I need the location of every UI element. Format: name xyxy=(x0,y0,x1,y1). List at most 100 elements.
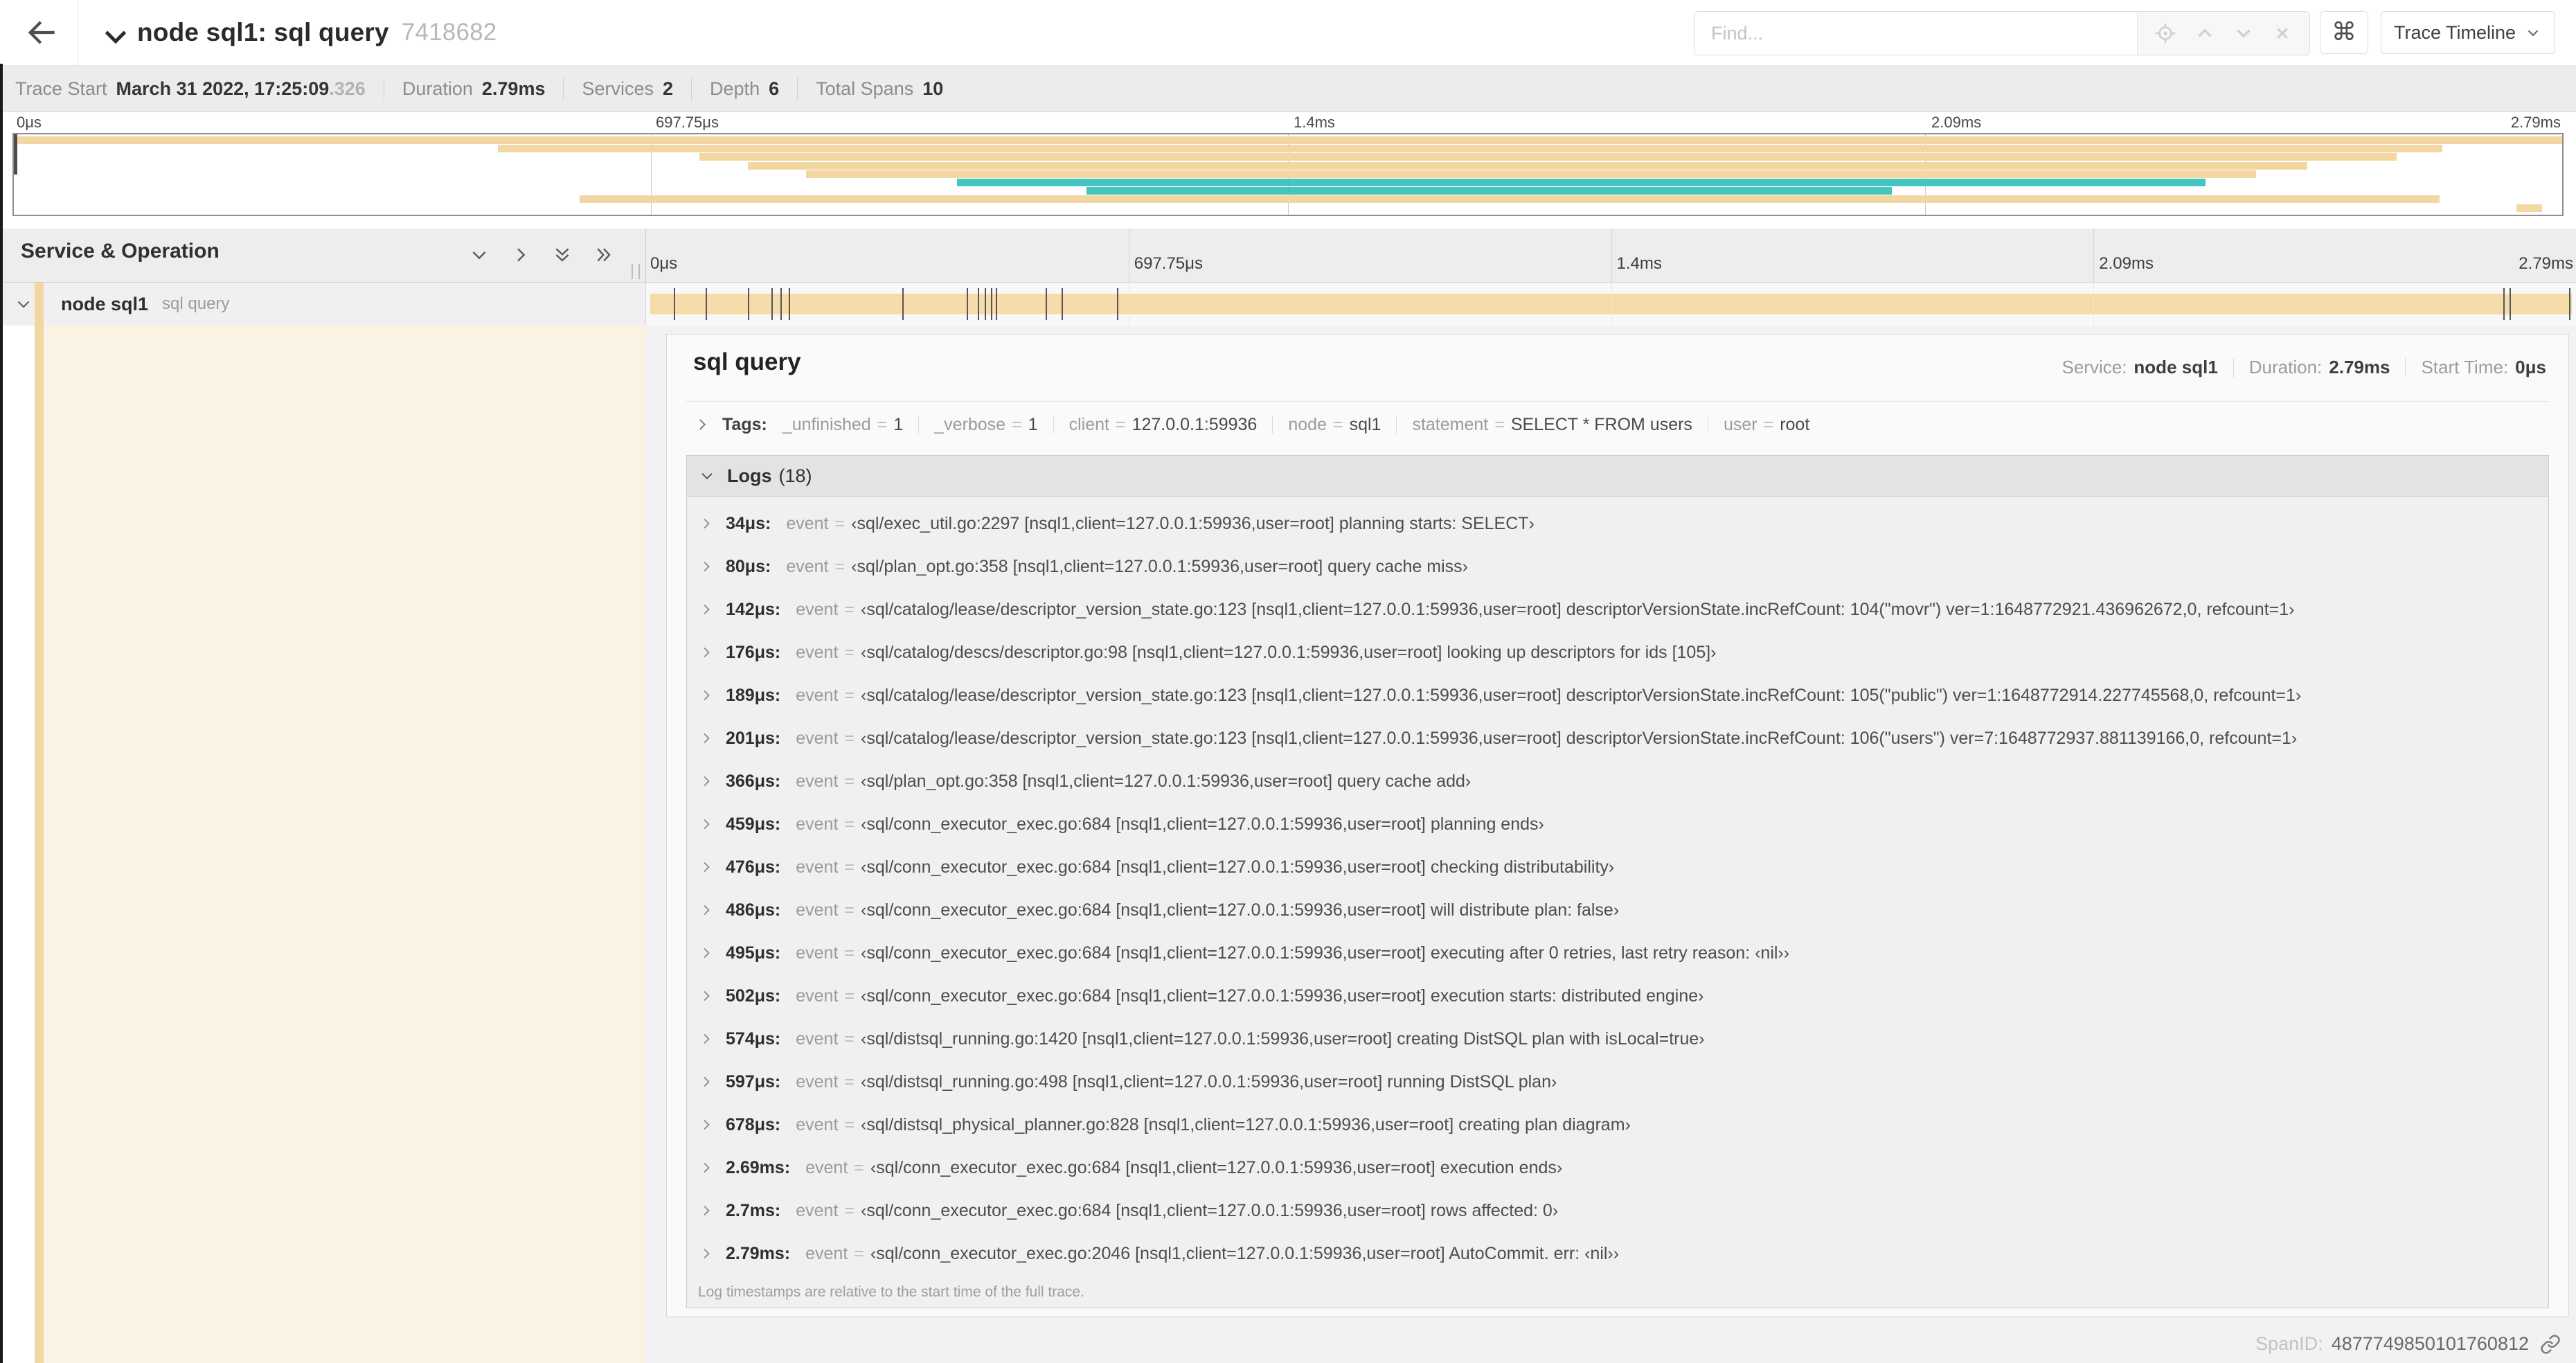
gridline xyxy=(1611,283,1612,326)
minimap-span-bar xyxy=(1086,187,1893,195)
find-prev-button[interactable] xyxy=(2193,21,2217,45)
span-detail-region: sql query Service: node sql1 Duration: 2.7… xyxy=(0,326,2576,1363)
deep-link-button[interactable] xyxy=(2540,1334,2561,1355)
span-service-name: node sql1 xyxy=(61,293,149,314)
column-resize-handle[interactable] xyxy=(632,264,640,279)
page-title: node sql1: sql query 7418682 xyxy=(137,0,497,65)
log-row[interactable]: 476μs: event = ‹sql/conn_executor_exec.go:6… xyxy=(687,846,2548,889)
log-event-tick xyxy=(2568,288,2570,320)
divider xyxy=(691,78,692,100)
chevron-down-icon xyxy=(698,467,716,485)
trace-view-selector[interactable]: Trace Timeline xyxy=(2381,11,2555,54)
tag-value: 1 xyxy=(1028,414,1038,434)
log-row[interactable]: 189μs: event = ‹sql/catalog/lease/descripto… xyxy=(687,674,2548,717)
chevron-right-icon xyxy=(698,730,715,747)
chevron-right-icon xyxy=(698,558,715,575)
minimap-viewport-handle[interactable] xyxy=(14,134,17,175)
log-timestamp: 678μs: xyxy=(726,1114,781,1134)
chevron-up-icon xyxy=(2193,21,2217,45)
back-button[interactable] xyxy=(18,12,58,53)
tag-item: client = 127.0.0.1:59936 xyxy=(1069,415,1258,435)
log-field-key: event xyxy=(796,728,839,748)
log-row[interactable]: 502μs: event = ‹sql/conn_executor_exec.go:6… xyxy=(687,974,2548,1017)
log-row[interactable]: 34μs: event = ‹sql/exec_util.go:2297 [nsql1… xyxy=(687,502,2548,545)
arrow-left-icon xyxy=(22,13,55,52)
log-field-key: event xyxy=(805,1157,848,1177)
collapse-all-button[interactable] xyxy=(551,244,573,266)
log-field-key: event xyxy=(796,943,839,963)
find-next-button[interactable] xyxy=(2232,21,2255,45)
equals-sign: = xyxy=(844,814,855,834)
clear-find-button[interactable] xyxy=(2271,22,2293,44)
log-event-tick xyxy=(2510,288,2512,320)
tags-row[interactable]: Tags: _unfinished = 1 _verbose = 1 client = 127.… xyxy=(686,402,2549,447)
tag-item: user = root xyxy=(1724,415,1809,435)
minimap-span-bar xyxy=(2516,204,2542,212)
timeline-ruler: 0μs 697.75μs 1.4ms 2.09ms 2.79ms xyxy=(645,229,2576,283)
tag-item: _verbose = 1 xyxy=(934,415,1037,435)
log-row[interactable]: 366μs: event = ‹sql/plan_opt.go:358 [nsql1,… xyxy=(687,760,2548,803)
log-field-key: event xyxy=(796,642,839,662)
log-row[interactable]: 2.69ms: event = ‹sql/conn_executor_exec.go:… xyxy=(687,1146,2548,1189)
find-input[interactable] xyxy=(1694,12,2137,55)
log-timestamp: 2.7ms: xyxy=(726,1200,781,1220)
chevron-right-icon xyxy=(698,515,715,532)
log-row[interactable]: 574μs: event = ‹sql/distsql_running.go:1420… xyxy=(687,1017,2548,1060)
span-labels: node sql1 sql query xyxy=(61,283,229,326)
equals-sign: = xyxy=(844,943,855,963)
log-row[interactable]: 2.7ms: event = ‹sql/conn_executor_exec.go:6… xyxy=(687,1189,2548,1232)
log-event-tick xyxy=(966,288,968,320)
divider xyxy=(1053,416,1054,434)
equals-sign: = xyxy=(1332,414,1343,434)
expand-one-button[interactable] xyxy=(510,244,532,266)
summary-label: Services xyxy=(582,78,654,99)
log-field-value: ‹sql/distsql_running.go:498 [nsql1,clien… xyxy=(861,1071,1557,1092)
minimap-tick-label: 697.75μs xyxy=(656,114,719,131)
summary-value: March 31 2022, 17:25:09 xyxy=(116,78,330,99)
double-chevron-right-icon xyxy=(593,244,615,266)
log-row[interactable]: 201μs: event = ‹sql/catalog/lease/descripto… xyxy=(687,717,2548,760)
log-field-value: ‹sql/conn_executor_exec.go:684 [nsql1,cl… xyxy=(861,1200,1559,1220)
log-field-key: event xyxy=(796,1200,839,1220)
log-event-tick xyxy=(748,288,750,320)
find-bar xyxy=(1694,11,2310,55)
chevron-right-icon xyxy=(698,1159,715,1176)
log-row[interactable]: 486μs: event = ‹sql/conn_executor_exec.go:6… xyxy=(687,889,2548,932)
log-field-value: ‹sql/conn_executor_exec.go:684 [nsql1,cl… xyxy=(870,1157,1563,1177)
trace-id: 7418682 xyxy=(401,19,497,46)
chevron-right-icon xyxy=(698,1245,715,1262)
minimap-span-bar xyxy=(699,153,2397,161)
log-row[interactable]: 80μs: event = ‹sql/plan_opt.go:358 [nsql1,c… xyxy=(687,545,2548,588)
log-row[interactable]: 2.79ms: event = ‹sql/conn_executor_exec.go:… xyxy=(687,1232,2548,1275)
tag-key: _unfinished xyxy=(782,414,871,434)
summary-value-suffix: .326 xyxy=(329,78,366,99)
log-timestamp: 142μs: xyxy=(726,599,781,619)
logs-header[interactable]: Logs (18) xyxy=(687,456,2548,497)
log-event-tick xyxy=(1045,288,1047,320)
log-row[interactable]: 176μs: event = ‹sql/catalog/descs/descripto… xyxy=(687,631,2548,674)
log-row[interactable]: 495μs: event = ‹sql/conn_executor_exec.go:6… xyxy=(687,932,2548,974)
minimap-tick-label: 1.4ms xyxy=(1294,114,1335,131)
collapse-one-button[interactable] xyxy=(468,244,490,266)
log-row[interactable]: 142μs: event = ‹sql/catalog/lease/descripto… xyxy=(687,588,2548,631)
log-timestamp: 189μs: xyxy=(726,685,781,705)
service-stat-label: Service: xyxy=(2061,357,2127,377)
collapse-trace-header-button[interactable] xyxy=(96,17,136,57)
divider xyxy=(563,78,564,100)
locate-span-button[interactable] xyxy=(2154,21,2177,45)
log-timestamp: 597μs: xyxy=(726,1071,781,1092)
summary-item: Trace Start March 31 2022, 17:25:09.326 xyxy=(15,78,366,100)
equals-sign: = xyxy=(844,1114,855,1134)
equals-sign: = xyxy=(844,857,855,877)
span-row-name-cell[interactable]: node sql1 sql query xyxy=(0,283,645,326)
log-row[interactable]: 459μs: event = ‹sql/conn_executor_exec.go:6… xyxy=(687,803,2548,846)
collapse-span-button[interactable] xyxy=(14,294,33,314)
keyboard-shortcuts-button[interactable]: ⌘ xyxy=(2320,11,2368,54)
tag-item: node = sql1 xyxy=(1288,415,1381,435)
log-row[interactable]: 678μs: event = ‹sql/distsql_physical_planne… xyxy=(687,1103,2548,1146)
log-row[interactable]: 597μs: event = ‹sql/distsql_running.go:498 … xyxy=(687,1060,2548,1103)
link-icon xyxy=(2540,1334,2561,1355)
expand-all-button[interactable] xyxy=(593,244,615,266)
minimap-canvas[interactable] xyxy=(12,133,2564,216)
log-field-value: ‹sql/catalog/descs/descriptor.go:98 [nsq… xyxy=(861,642,1717,662)
